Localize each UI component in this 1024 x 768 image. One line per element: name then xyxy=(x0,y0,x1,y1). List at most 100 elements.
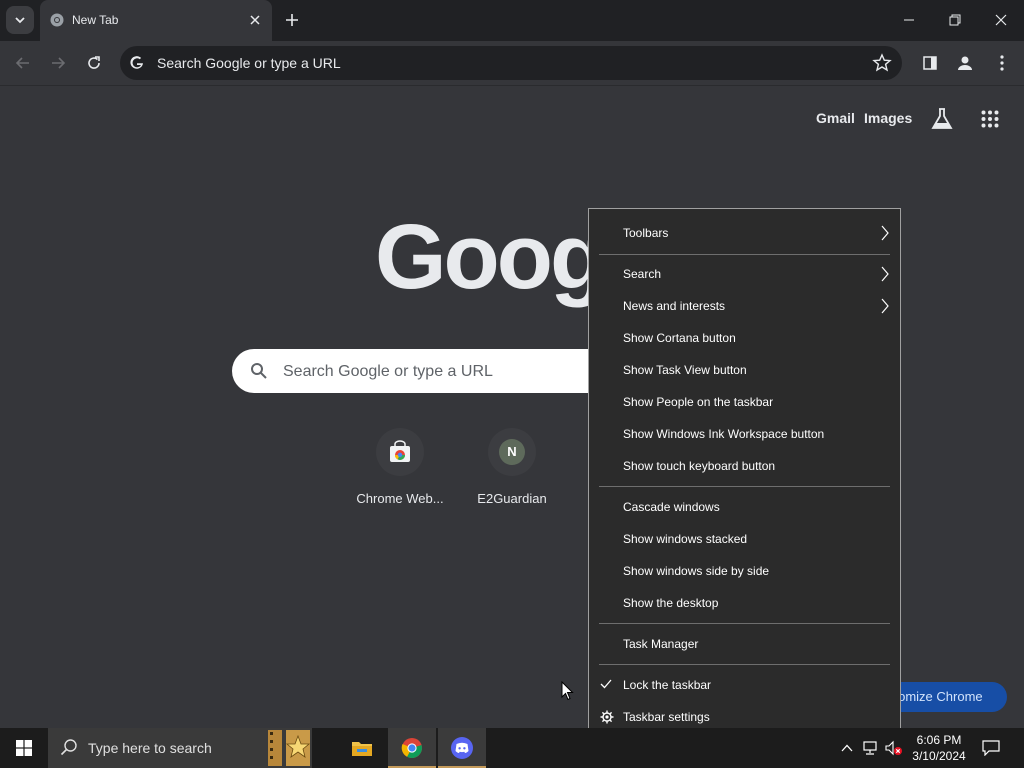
action-center-button[interactable] xyxy=(982,739,1000,757)
side-panel-button[interactable] xyxy=(918,51,942,75)
mouse-cursor-icon xyxy=(561,681,574,701)
taskbar-file-explorer[interactable] xyxy=(338,728,386,768)
menu-item-show-people[interactable]: Show People on the taskbar xyxy=(589,388,900,416)
search-highlight-icon xyxy=(266,728,312,768)
menu-item-show-cortana[interactable]: Show Cortana button xyxy=(589,324,900,352)
windows-taskbar: Type here to search 6:06 PM 3/10/2024 xyxy=(0,728,1024,768)
browser-tab-bar: New Tab xyxy=(0,0,1024,41)
tab-new-tab[interactable]: New Tab xyxy=(40,0,272,41)
gear-icon xyxy=(600,710,614,724)
menu-item-windows-stacked[interactable]: Show windows stacked xyxy=(589,525,900,553)
taskbar-chrome[interactable] xyxy=(388,728,436,768)
minimize-icon xyxy=(904,19,914,21)
google-logo: Goog xyxy=(375,206,606,308)
browser-toolbar: Search Google or type a URL xyxy=(0,41,1024,86)
menu-separator xyxy=(599,254,890,255)
labs-flask-icon[interactable] xyxy=(931,107,953,131)
taskbar-discord[interactable] xyxy=(438,728,486,768)
menu-item-label: Show windows side by side xyxy=(623,564,770,578)
clock-time: 6:06 PM xyxy=(916,733,962,747)
shortcut-icon-circle: N xyxy=(488,428,536,476)
chevron-up-icon xyxy=(841,744,853,752)
checkmark-icon xyxy=(600,679,612,689)
taskbar-search-box[interactable]: Type here to search xyxy=(48,728,312,768)
bookmark-star-icon[interactable] xyxy=(872,53,892,73)
tray-volume-button[interactable] xyxy=(884,739,902,757)
menu-item-task-manager[interactable]: Task Manager xyxy=(589,630,900,658)
shortcut-icon-circle xyxy=(376,428,424,476)
minimize-button[interactable] xyxy=(886,0,932,40)
menu-item-taskbar-settings[interactable]: Taskbar settings xyxy=(589,703,900,731)
chrome-web-store-icon xyxy=(390,440,410,462)
menu-item-label: Show Cortana button xyxy=(623,331,736,345)
profile-icon xyxy=(958,56,972,70)
reload-icon xyxy=(88,56,100,69)
tray-clock[interactable]: 6:06 PM 3/10/2024 xyxy=(906,732,972,764)
taskbar-context-menu: Toolbars Search News and interests Show … xyxy=(588,208,901,742)
apps-grid-icon[interactable] xyxy=(981,110,999,128)
browser-menu-button[interactable] xyxy=(990,51,1014,75)
search-icon xyxy=(60,739,77,756)
tray-network-button[interactable] xyxy=(861,739,879,757)
menu-item-lock-taskbar[interactable]: Lock the taskbar xyxy=(589,671,900,699)
menu-item-label: Cascade windows xyxy=(623,500,720,514)
clock-date: 3/10/2024 xyxy=(912,749,966,763)
menu-item-label: Show touch keyboard button xyxy=(623,459,776,473)
tray-overflow-button[interactable] xyxy=(838,739,856,757)
address-bar[interactable]: Search Google or type a URL xyxy=(120,46,902,80)
images-link[interactable]: Images xyxy=(864,110,912,126)
ntp-search-placeholder: Search Google or type a URL xyxy=(283,363,493,380)
chevron-down-icon xyxy=(15,17,25,24)
discord-icon xyxy=(451,737,473,759)
chevron-right-icon xyxy=(881,266,889,282)
menu-item-show-touch-keyboard[interactable]: Show touch keyboard button xyxy=(589,452,900,480)
gmail-link[interactable]: Gmail xyxy=(816,110,855,126)
back-button[interactable] xyxy=(9,49,37,77)
restore-icon xyxy=(949,14,961,26)
taskbar-search-placeholder: Type here to search xyxy=(88,740,212,756)
tab-search-button[interactable] xyxy=(6,6,34,34)
profile-button[interactable] xyxy=(953,51,977,75)
chevron-right-icon xyxy=(881,225,889,241)
tab-close-button[interactable] xyxy=(246,11,264,29)
menu-item-label: Toolbars xyxy=(623,226,669,240)
menu-item-label: Show the desktop xyxy=(623,596,719,610)
reload-button[interactable] xyxy=(80,49,108,77)
menu-item-label: News and interests xyxy=(623,299,726,313)
shortcut-label: Chrome Web... xyxy=(356,491,444,506)
windows-logo-icon xyxy=(16,740,32,756)
search-icon xyxy=(251,363,267,379)
shortcut-tile[interactable]: N E2Guardian xyxy=(457,428,567,506)
menu-item-label: Show Task View button xyxy=(623,363,747,377)
close-window-button[interactable] xyxy=(978,0,1024,40)
close-icon xyxy=(250,15,260,25)
new-tab-button[interactable] xyxy=(280,8,304,32)
plus-icon xyxy=(286,14,298,26)
tab-title: New Tab xyxy=(72,13,119,27)
menu-item-toolbars[interactable]: Toolbars xyxy=(589,219,900,247)
menu-item-label: Show windows stacked xyxy=(623,532,748,546)
notification-icon xyxy=(982,740,1000,756)
menu-item-cascade-windows[interactable]: Cascade windows xyxy=(589,493,900,521)
menu-item-show-task-view[interactable]: Show Task View button xyxy=(589,356,900,384)
menu-item-windows-side-by-side[interactable]: Show windows side by side xyxy=(589,557,900,585)
restore-button[interactable] xyxy=(932,0,978,40)
menu-item-label: Lock the taskbar xyxy=(623,678,712,692)
menu-item-label: Taskbar settings xyxy=(623,710,710,724)
start-button[interactable] xyxy=(0,728,48,768)
menu-item-show-desktop[interactable]: Show the desktop xyxy=(589,589,900,617)
close-icon xyxy=(995,14,1007,26)
menu-item-label: Show Windows Ink Workspace button xyxy=(623,427,825,441)
volume-muted-icon xyxy=(885,740,902,756)
menu-separator xyxy=(599,486,890,487)
menu-item-label: Show People on the taskbar xyxy=(623,395,774,409)
menu-item-news-and-interests[interactable]: News and interests xyxy=(589,292,900,320)
arrow-right-icon xyxy=(52,57,66,69)
forward-button[interactable] xyxy=(44,49,72,77)
chevron-right-icon xyxy=(881,298,889,314)
address-bar-placeholder: Search Google or type a URL xyxy=(157,55,341,71)
menu-item-search[interactable]: Search xyxy=(589,260,900,288)
letter-avatar-icon: N xyxy=(499,439,525,465)
menu-item-show-ink-workspace[interactable]: Show Windows Ink Workspace button xyxy=(589,420,900,448)
shortcut-tile[interactable]: Chrome Web... xyxy=(345,428,455,506)
